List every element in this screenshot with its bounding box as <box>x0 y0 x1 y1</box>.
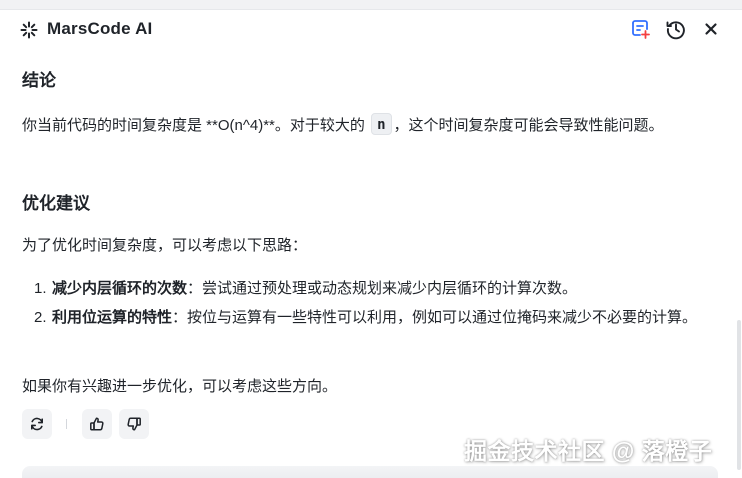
list-item-number: 1. <box>34 280 47 297</box>
input-area-edge <box>22 466 718 478</box>
history-icon <box>666 21 685 40</box>
conclusion-heading: 结论 <box>22 71 56 90</box>
dislike-button[interactable] <box>119 409 149 439</box>
scrollbar[interactable] <box>737 320 741 470</box>
close-icon <box>705 23 717 35</box>
conclusion-paragraph: 你当前代码的时间复杂度是 **O(n^4)**。对于较大的 n ，这个时间复杂度可… <box>22 111 702 141</box>
window-top-strip <box>0 0 742 10</box>
refresh-icon <box>31 417 43 431</box>
list-item: 1. 减少内层循环的次数：尝试通过预处理或动态规划来减少内层循环的计算次数。 <box>22 274 702 303</box>
watermark: 掘金技术社区 @ 落橙子 <box>464 438 713 464</box>
suggestion-intro: 为了优化时间复杂度，可以考虑以下思路： <box>22 237 308 254</box>
feedback-actions <box>22 409 149 439</box>
list-item-title: 减少内层循环的次数 <box>52 280 188 297</box>
list-item-text: ：按位与运算有一些特性可以利用，例如可以通过位掩码来减少不必要的计算。 <box>172 309 698 326</box>
new-chat-button[interactable] <box>627 16 653 42</box>
history-button[interactable] <box>663 16 689 42</box>
thumbs-up-icon <box>90 417 104 431</box>
conclusion-text-before: 你当前代码的时间复杂度是 **O(n^4)**。对于较大的 <box>22 117 370 134</box>
list-item-text: ：尝试通过预处理或动态规划来减少内层循环的计算次数。 <box>187 280 578 297</box>
close-button[interactable] <box>698 16 724 42</box>
inline-code: n <box>371 113 392 135</box>
regenerate-button[interactable] <box>22 409 52 439</box>
suggestion-list: 1. 减少内层循环的次数：尝试通过预处理或动态规划来减少内层循环的计算次数。 2.… <box>22 274 702 332</box>
new-chat-icon <box>632 20 650 39</box>
list-item: 2. 利用位运算的特性：按位与运算有一些特性可以利用，例如可以通过位掩码来减少不必… <box>22 303 702 332</box>
list-item-number: 2. <box>34 309 47 326</box>
suggestion-heading: 优化建议 <box>22 194 90 213</box>
like-button[interactable] <box>82 409 112 439</box>
closing-paragraph: 如果你有兴趣进一步优化，可以考虑这些方向。 <box>22 378 338 395</box>
sparkle-icon <box>20 21 38 39</box>
list-item-title: 利用位运算的特性 <box>52 309 173 326</box>
action-divider <box>66 419 67 429</box>
app-title: MarsCode AI <box>47 19 153 38</box>
conclusion-text-after: ，这个时间复杂度可能会导致性能问题。 <box>393 117 664 134</box>
thumbs-down-icon <box>127 417 141 431</box>
